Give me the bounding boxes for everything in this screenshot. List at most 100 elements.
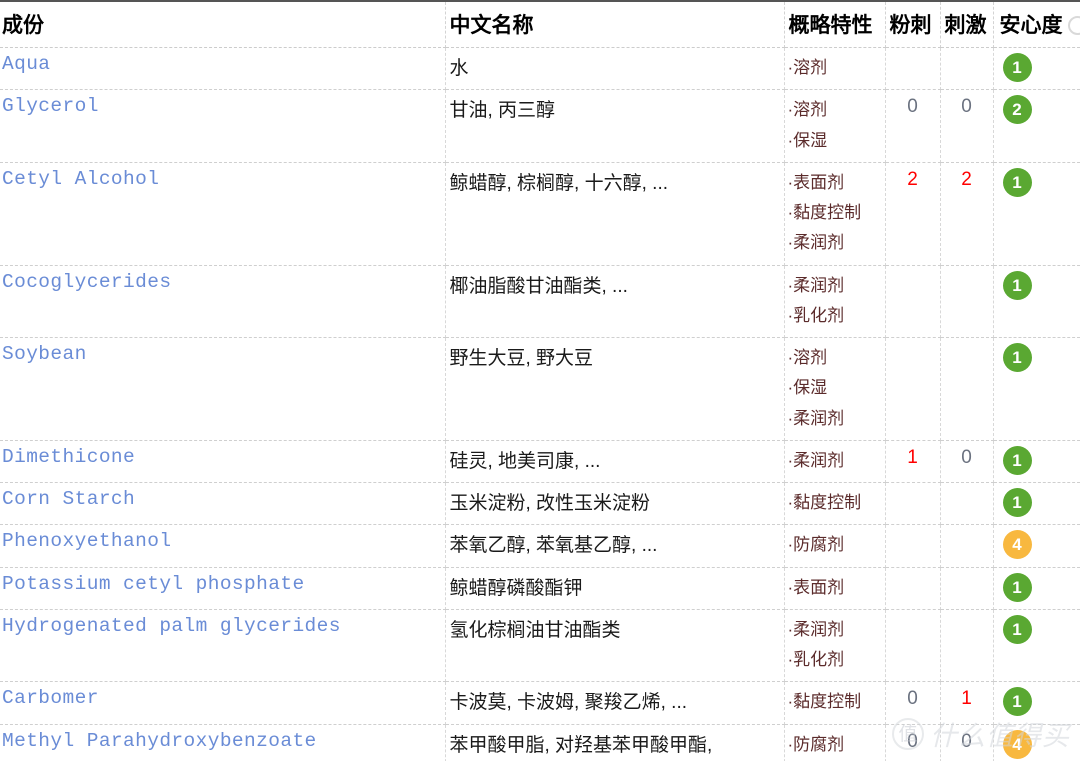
safety-cell: 1 [993,162,1080,266]
column-header-acne[interactable]: 粉刺 [885,0,941,48]
safety-cell: 1 [993,482,1080,526]
feature-tag: ·柔润剂 [787,619,845,639]
feature-tag: ·表面剂 [787,577,845,597]
acne-rating [885,567,941,610]
safety-badge: 1 [1002,270,1032,300]
feature-tag: ·保湿 [787,130,828,150]
safety-badge: 1 [1002,445,1032,475]
table-header: 成份 中文名称 概略特性 粉刺 刺激 安心度 [0,0,1080,48]
ingredient-chinese-name: 卡波莫, 卡波姆, 聚羧乙烯, ... [445,681,785,725]
safety-cell: 4 [993,724,1080,761]
ingredient-name-link[interactable]: Cocoglycerides [0,265,446,338]
feature-tag: ·溶剂 [787,348,828,367]
safety-cell: 2 [993,89,1080,163]
column-header-chinese-name[interactable]: 中文名称 [445,0,785,48]
ingredient-features: ·黏度控制 [784,482,886,526]
acne-rating [885,265,941,338]
ingredient-chinese-name: 鲸蜡醇, 棕榈醇, 十六醇, ... [445,162,785,266]
column-header-irritation[interactable]: 刺激 [940,0,994,48]
table-row: Carbomer 卡波莫, 卡波姆, 聚羧乙烯, ... ·黏度控制 0 1 1 [0,681,1080,725]
safety-badge: 1 [1002,614,1032,644]
safety-cell: 1 [993,47,1080,91]
feature-tag: ·表面剂 [787,172,845,192]
ingredient-name-link[interactable]: Phenoxyethanol [0,524,446,568]
safety-cell: 4 [993,524,1080,568]
ingredient-chinese-name: 玉米淀粉, 改性玉米淀粉 [445,482,785,526]
irritation-rating [940,482,994,526]
feature-tag: ·防腐剂 [787,535,845,555]
safety-cell: 1 [993,567,1080,610]
safety-cell: 1 [993,265,1080,338]
column-header-safety-label: 安心度 [999,14,1063,37]
ingredient-name-link[interactable]: Soybean [0,337,446,441]
irritation-rating [940,524,994,568]
safety-cell: 1 [993,337,1080,441]
ingredient-chinese-name: 椰油脂酸甘油酯类, ... [445,265,785,338]
ingredient-name-link[interactable]: Glycerol [0,89,446,163]
ingredient-features: ·黏度控制 [784,681,886,725]
ingredient-chinese-name: 甘油, 丙三醇 [445,89,785,163]
question-circle-icon[interactable] [1067,16,1080,35]
table-row: Aqua 水 ·溶剂 1 [0,47,1080,91]
ingredient-features: ·溶剂 ·保湿 ·柔润剂 [784,337,886,441]
ingredient-table-sheet: 成份 中文名称 概略特性 粉刺 刺激 安心度 Aqua 水 ·溶剂 1 Glycerol… [0,0,1080,761]
ingredient-name-link[interactable]: Aqua [0,47,446,91]
table-row: Methyl Parahydroxybenzoate 苯甲酸甲脂, 对羟基苯甲酸甲… [0,724,1080,761]
feature-tag: ·溶剂 [787,100,828,120]
ingredient-features: ·溶剂 [784,47,886,91]
acne-rating [885,609,941,683]
ingredient-table: 成份 中文名称 概略特性 粉刺 刺激 安心度 Aqua 水 ·溶剂 1 Glycerol… [0,0,1080,761]
ingredient-features: ·防腐剂 [784,724,886,761]
acne-rating: 0 [885,681,941,725]
ingredient-features: ·防腐剂 [784,524,886,568]
ingredient-chinese-name: 水 [445,47,785,91]
safety-badge: 2 [1002,95,1032,125]
ingredient-name-link[interactable]: Hydrogenated palm glycerides [0,609,446,683]
irritation-rating: 2 [940,162,994,266]
safety-badge: 1 [1002,53,1032,82]
irritation-rating [940,567,994,610]
ingredient-name-link[interactable]: Corn Starch [0,482,446,526]
safety-badge: 1 [1002,687,1032,717]
safety-cell: 1 [993,609,1080,683]
irritation-rating: 0 [940,724,994,761]
safety-badge: 1 [1002,167,1032,197]
feature-tag: ·乳化剂 [787,650,845,669]
ingredient-name-link[interactable]: Methyl Parahydroxybenzoate [0,724,446,761]
table-row: Hydrogenated palm glycerides 氢化棕榈油甘油酯类 ·柔润… [0,609,1080,683]
column-header-features[interactable]: 概略特性 [784,0,886,48]
irritation-rating [940,265,994,338]
safety-badge: 1 [1002,343,1032,372]
table-body: Aqua 水 ·溶剂 1 Glycerol 甘油, 丙三醇 ·溶剂 ·保湿 0 0 2 Cetyl A… [0,47,1080,761]
safety-badge: 1 [1002,572,1032,602]
table-header-row: 成份 中文名称 概略特性 粉刺 刺激 安心度 [0,0,1080,48]
irritation-rating: 0 [940,440,994,484]
table-row: Glycerol 甘油, 丙三醇 ·溶剂 ·保湿 0 0 2 [0,89,1080,163]
table-row: Soybean 野生大豆, 野大豆 ·溶剂 ·保湿 ·柔润剂 1 [0,337,1080,441]
irritation-rating [940,609,994,683]
table-row: Corn Starch 玉米淀粉, 改性玉米淀粉 ·黏度控制 1 [0,482,1080,526]
safety-badge: 4 [1002,729,1032,759]
feature-tag: ·黏度控制 [787,203,862,222]
ingredient-features: ·柔润剂 ·乳化剂 [784,609,886,683]
column-header-safety[interactable]: 安心度 [993,0,1080,48]
safety-cell: 1 [993,440,1080,484]
feature-tag: ·乳化剂 [787,305,845,325]
acne-rating: 0 [885,89,941,163]
ingredient-name-link[interactable]: Dimethicone [0,440,446,484]
feature-tag: ·黏度控制 [787,692,862,712]
acne-rating [885,524,941,568]
irritation-rating [940,337,994,441]
column-header-ingredient[interactable]: 成份 [0,0,446,48]
table-row: Dimethicone 硅灵, 地美司康, ... ·柔润剂 1 0 1 [0,440,1080,484]
ingredient-name-link[interactable]: Potassium cetyl phosphate [0,567,446,610]
irritation-rating: 0 [940,89,994,163]
table-row: Cocoglycerides 椰油脂酸甘油酯类, ... ·柔润剂 ·乳化剂 1 [0,265,1080,338]
ingredient-name-link[interactable]: Cetyl Alcohol [0,162,446,266]
ingredient-name-link[interactable]: Carbomer [0,681,446,725]
ingredient-features: ·柔润剂 [784,440,886,484]
safety-cell: 1 [993,681,1080,725]
ingredient-features: ·表面剂 ·黏度控制 ·柔润剂 [784,162,886,266]
acne-rating [885,482,941,526]
ingredient-features: ·表面剂 [784,567,886,610]
